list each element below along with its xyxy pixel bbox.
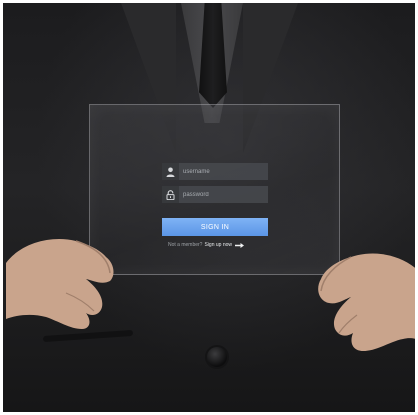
left-hand	[6, 239, 114, 329]
password-input[interactable]	[183, 187, 263, 202]
sign-in-button[interactable]: SIGN IN	[162, 218, 268, 236]
sign-up-link[interactable]: Sign up now	[204, 242, 232, 248]
arrow-right-icon[interactable]	[235, 242, 244, 248]
not-member-text: Not a member?	[168, 242, 203, 248]
user-icon	[162, 163, 179, 180]
right-hand	[318, 253, 415, 351]
login-glass-panel: SIGN IN Not a member? Sign up now	[89, 104, 340, 275]
suit-button	[207, 347, 227, 367]
password-field[interactable]	[162, 186, 268, 203]
signup-row: Not a member? Sign up now	[168, 240, 268, 250]
lock-icon	[162, 186, 179, 203]
photo-background: SIGN IN Not a member? Sign up now	[3, 3, 415, 412]
username-input[interactable]	[183, 164, 263, 179]
username-field[interactable]	[162, 163, 268, 180]
